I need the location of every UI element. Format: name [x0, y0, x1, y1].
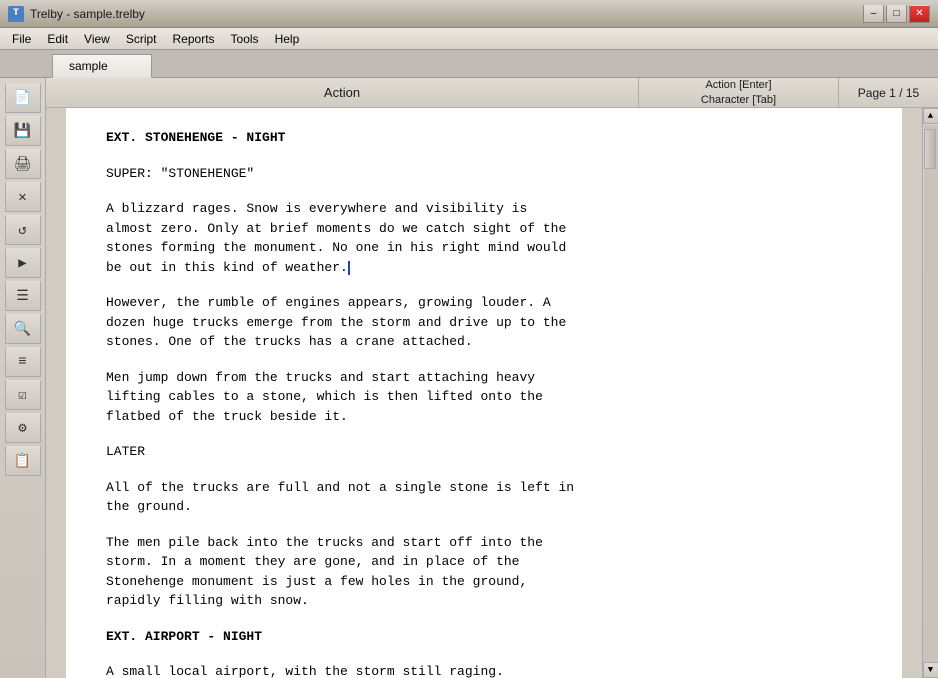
action-block: The men pile back into the trucks and st… [106, 533, 862, 611]
check-button-icon: ☑ [18, 387, 26, 404]
scrollbar-track[interactable] [924, 125, 938, 661]
element-type-hint: Action [Enter]Character [Tab] [701, 78, 776, 107]
save-button-icon: 💾 [14, 123, 31, 140]
reports-button[interactable]: 📋 [5, 446, 41, 476]
scene-heading: EXT. AIRPORT - NIGHT [106, 627, 862, 647]
menu-bar: FileEditViewScriptReportsToolsHelp [0, 28, 938, 50]
element-type-right: Action [Enter]Character [Tab] [638, 78, 838, 107]
element-header: Action Action [Enter]Character [Tab] Pag… [46, 78, 938, 108]
page-indicator: Page 1 / 15 [838, 78, 938, 107]
play-button[interactable]: ▶ [5, 248, 41, 278]
print-button[interactable]: 🖨 [5, 149, 41, 179]
list-button-icon: ☰ [16, 288, 29, 305]
main-layout: 📄 💾 🖨 ✕ ↺ ▶ ☰ 🔍 ≡ ☑ ⚙ 📋 Action Action [Enter]Charac… [0, 78, 938, 678]
action-block: All of the trucks are full and not a sin… [106, 478, 862, 517]
text-cursor [348, 261, 350, 275]
undo-button[interactable]: ↺ [5, 215, 41, 245]
print-button-icon: 🖨 [14, 156, 32, 173]
app-icon: T [8, 6, 24, 22]
format-button-icon: ≡ [18, 354, 26, 370]
script-container: EXT. STONEHENGE - NIGHT SUPER: "STONEHENG… [46, 108, 938, 678]
menu-item-edit[interactable]: Edit [39, 30, 76, 48]
format-button[interactable]: ≡ [5, 347, 41, 377]
script-content[interactable]: EXT. STONEHENGE - NIGHT SUPER: "STONEHENG… [66, 108, 902, 678]
new-file-button[interactable]: 📄 [5, 83, 41, 113]
check-button[interactable]: ☑ [5, 380, 41, 410]
maximize-button[interactable]: □ [886, 5, 907, 23]
new-file-button-icon: 📄 [14, 90, 31, 107]
tab-bar: sample [0, 50, 938, 78]
action-block: However, the rumble of engines appears, … [106, 293, 862, 352]
minimize-button[interactable]: – [863, 5, 884, 23]
play-button-icon: ▶ [18, 255, 26, 272]
reports-button-icon: 📋 [14, 453, 31, 470]
action-block: SUPER: "STONEHENGE" [106, 164, 862, 184]
list-button[interactable]: ☰ [5, 281, 41, 311]
menu-item-view[interactable]: View [76, 30, 118, 48]
tab-label: sample [69, 59, 108, 73]
delete-button-icon: ✕ [18, 189, 26, 206]
element-type-label: Action [324, 85, 360, 100]
action-block: Men jump down from the trucks and start … [106, 368, 862, 427]
page-number: Page 1 / 15 [858, 86, 919, 100]
window-controls: – □ ✕ [863, 5, 930, 23]
title-bar: T Trelby - sample.trelby – □ ✕ [0, 0, 938, 28]
scrollbar[interactable]: ▲ ▼ [922, 108, 938, 678]
search-button[interactable]: 🔍 [5, 314, 41, 344]
scroll-up-button[interactable]: ▲ [923, 108, 938, 124]
settings-button[interactable]: ⚙ [5, 413, 41, 443]
undo-button-icon: ↺ [18, 222, 26, 239]
element-type-left: Action [46, 78, 638, 107]
sidebar: 📄 💾 🖨 ✕ ↺ ▶ ☰ 🔍 ≡ ☑ ⚙ 📋 [0, 78, 46, 678]
action-block: A small local airport, with the storm st… [106, 662, 862, 678]
menu-item-tools[interactable]: Tools [223, 30, 267, 48]
menu-item-file[interactable]: File [4, 30, 39, 48]
settings-button-icon: ⚙ [18, 420, 26, 437]
scroll-down-button[interactable]: ▼ [923, 662, 938, 678]
content-area: Action Action [Enter]Character [Tab] Pag… [46, 78, 938, 678]
search-button-icon: 🔍 [14, 321, 31, 338]
menu-item-reports[interactable]: Reports [165, 30, 223, 48]
transition: LATER [106, 442, 862, 462]
scrollbar-thumb[interactable] [924, 129, 936, 169]
delete-button[interactable]: ✕ [5, 182, 41, 212]
action-block: A blizzard rages. Snow is everywhere and… [106, 199, 862, 277]
scene-heading: EXT. STONEHENGE - NIGHT [106, 128, 862, 148]
menu-item-script[interactable]: Script [118, 30, 165, 48]
save-button[interactable]: 💾 [5, 116, 41, 146]
tab-sample[interactable]: sample [52, 54, 152, 78]
close-button[interactable]: ✕ [909, 5, 930, 23]
menu-item-help[interactable]: Help [267, 30, 308, 48]
title-text: Trelby - sample.trelby [30, 7, 863, 21]
